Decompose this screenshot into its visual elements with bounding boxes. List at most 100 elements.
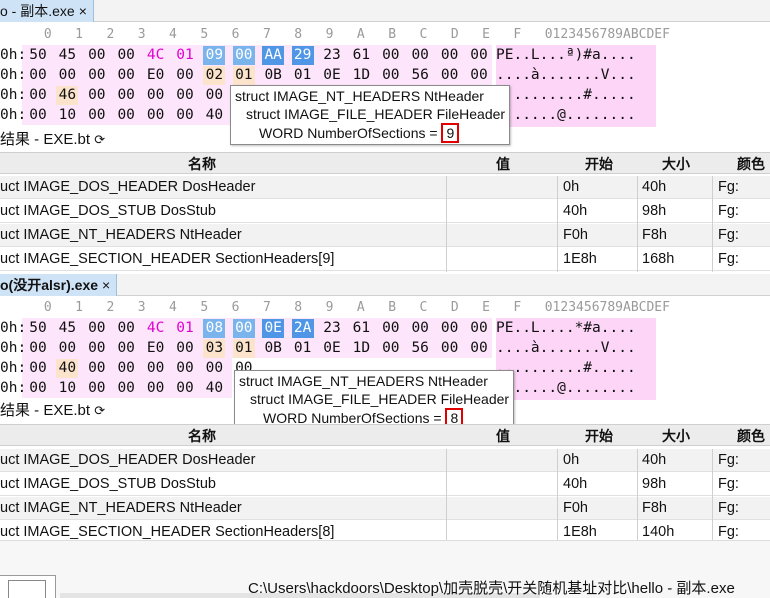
col-value[interactable]: 值 [496,425,510,447]
table-row[interactable]: uct IMAGE_DOS_STUB DosStub 40h 98h Fg: [0,200,770,223]
hex-byte[interactable]: 00 [439,46,461,65]
hex-byte[interactable]: 00 [27,359,49,378]
hex-byte[interactable]: 00 [145,359,167,378]
table-row[interactable]: uct IMAGE_NT_HEADERS NtHeader F0h F8h Fg… [0,497,770,520]
hex-byte[interactable]: 01 [292,66,314,85]
hex-byte[interactable]: 01 [232,66,255,85]
hex-row[interactable]: 0h: 50 45 00 00 4C 01 08 00 0E 2A 23 61 00 00 00 00 PE..L… [0,319,770,338]
hex-byte[interactable]: 10 [56,379,78,398]
hex-byte[interactable]: 00 [203,86,225,105]
hex-byte[interactable]: 00 [174,339,196,358]
hex-byte[interactable]: 09 [203,46,226,65]
hex-byte[interactable]: 40 [203,106,225,125]
hex-byte[interactable]: 00 [27,66,49,85]
hex-byte[interactable]: 00 [174,86,196,105]
hex-byte[interactable]: 01 [232,339,255,358]
hex-byte[interactable]: 00 [468,46,490,65]
hex-byte[interactable]: 00 [115,379,137,398]
tab-file-noaslr[interactable]: o(没开alsr).exe × [0,274,118,296]
hex-byte[interactable]: 4C [145,46,167,65]
hex-byte[interactable]: 00 [439,339,461,358]
hex-byte[interactable]: 00 [468,339,490,358]
hex-byte[interactable]: 00 [468,319,490,338]
hex-byte[interactable]: 00 [27,86,49,105]
hex-byte[interactable]: 00 [174,106,196,125]
hex-byte[interactable]: 46 [56,86,79,105]
hex-byte[interactable]: 10 [56,106,78,125]
hex-byte[interactable]: 40 [203,379,225,398]
hex-byte[interactable]: 00 [380,319,402,338]
hex-byte[interactable]: 0E [321,339,343,358]
hex-byte[interactable]: 00 [203,359,225,378]
hex-byte[interactable]: 29 [291,46,314,65]
hex-byte[interactable]: 00 [56,66,78,85]
refresh-icon[interactable]: ⟳ [94,403,105,418]
hex-byte[interactable]: 00 [439,66,461,85]
hex-byte[interactable]: 00 [145,86,167,105]
col-color[interactable]: 颜色 [737,153,765,175]
ascii-column[interactable]: .......@........ [496,106,636,125]
hex-byte[interactable]: 00 [115,319,137,338]
hex-byte[interactable]: 00 [86,339,108,358]
col-size[interactable]: 大小 [662,425,690,447]
hex-byte[interactable]: 56 [409,339,431,358]
hex-byte[interactable]: 01 [292,339,314,358]
hex-byte[interactable]: 00 [86,86,108,105]
hex-byte[interactable]: 40 [56,359,79,378]
col-color[interactable]: 颜色 [737,425,765,447]
hex-byte[interactable]: 00 [115,66,137,85]
hex-byte[interactable]: 0E [321,66,343,85]
hex-byte[interactable]: 00 [115,339,137,358]
close-icon[interactable]: × [79,3,87,19]
hex-byte[interactable]: E0 [145,66,167,85]
hex-byte[interactable]: 45 [56,46,78,65]
hex-byte[interactable]: 23 [321,46,343,65]
hex-byte[interactable]: 00 [174,66,196,85]
hex-byte[interactable]: 00 [174,379,196,398]
hex-row[interactable]: 0h: 00 00 00 00 E0 00 03 01 0B 01 0E 1D 00 56 00 00 ....à… [0,339,770,358]
hex-byte[interactable]: 50 [27,46,49,65]
hex-byte[interactable]: 00 [27,379,49,398]
hex-byte[interactable]: 0B [262,339,284,358]
hex-byte[interactable]: 00 [380,46,402,65]
table-row[interactable]: uct IMAGE_DOS_HEADER DosHeader 0h 40h Fg… [0,449,770,472]
table-row[interactable]: uct IMAGE_NT_HEADERS NtHeader F0h F8h Fg… [0,224,770,247]
hex-byte[interactable]: 61 [350,46,372,65]
hex-byte[interactable]: 00 [115,46,137,65]
hex-byte[interactable]: 00 [56,339,78,358]
hex-byte[interactable]: 1D [350,339,372,358]
refresh-icon[interactable]: ⟳ [94,132,105,147]
hex-byte[interactable]: 00 [468,66,490,85]
hex-byte[interactable]: 08 [203,319,226,338]
hex-byte[interactable]: 00 [145,106,167,125]
col-name[interactable]: 名称 [188,425,216,447]
ascii-column[interactable]: PE..L...ª)#a.... [496,46,636,65]
hex-byte[interactable]: 56 [409,66,431,85]
hex-byte[interactable]: 00 [232,319,255,338]
hex-byte[interactable]: 00 [86,46,108,65]
hex-byte[interactable]: 00 [439,319,461,338]
hex-byte[interactable]: 00 [115,86,137,105]
hex-byte[interactable]: 00 [380,66,402,85]
col-start[interactable]: 开始 [585,153,613,175]
col-value[interactable]: 值 [496,153,510,175]
hex-byte[interactable]: 00 [27,339,49,358]
ascii-column[interactable]: .......@........ [496,379,636,398]
hex-byte[interactable]: 00 [409,319,431,338]
hex-byte[interactable]: 00 [115,106,137,125]
table-row[interactable]: uct IMAGE_DOS_HEADER DosHeader 0h 40h Fg… [0,176,770,199]
hex-byte[interactable]: 50 [27,319,49,338]
tab-file-copy[interactable]: o - 副本.exe × [0,0,94,22]
hex-byte[interactable]: 00 [145,379,167,398]
table-row[interactable]: uct IMAGE_DOS_STUB DosStub 40h 98h Fg: [0,473,770,496]
hex-byte[interactable]: 00 [27,106,49,125]
close-icon[interactable]: × [102,277,110,293]
table-row[interactable]: uct IMAGE_SECTION_HEADER SectionHeaders[… [0,248,770,271]
hex-byte[interactable]: 2A [291,319,314,338]
hex-byte[interactable]: 00 [86,359,108,378]
hex-byte[interactable]: 00 [86,379,108,398]
hex-byte[interactable]: 0E [262,319,285,338]
ascii-column[interactable]: PE..L....*#a.... [496,319,636,338]
hex-byte[interactable]: AA [262,46,285,65]
hex-byte[interactable]: 01 [174,319,196,338]
